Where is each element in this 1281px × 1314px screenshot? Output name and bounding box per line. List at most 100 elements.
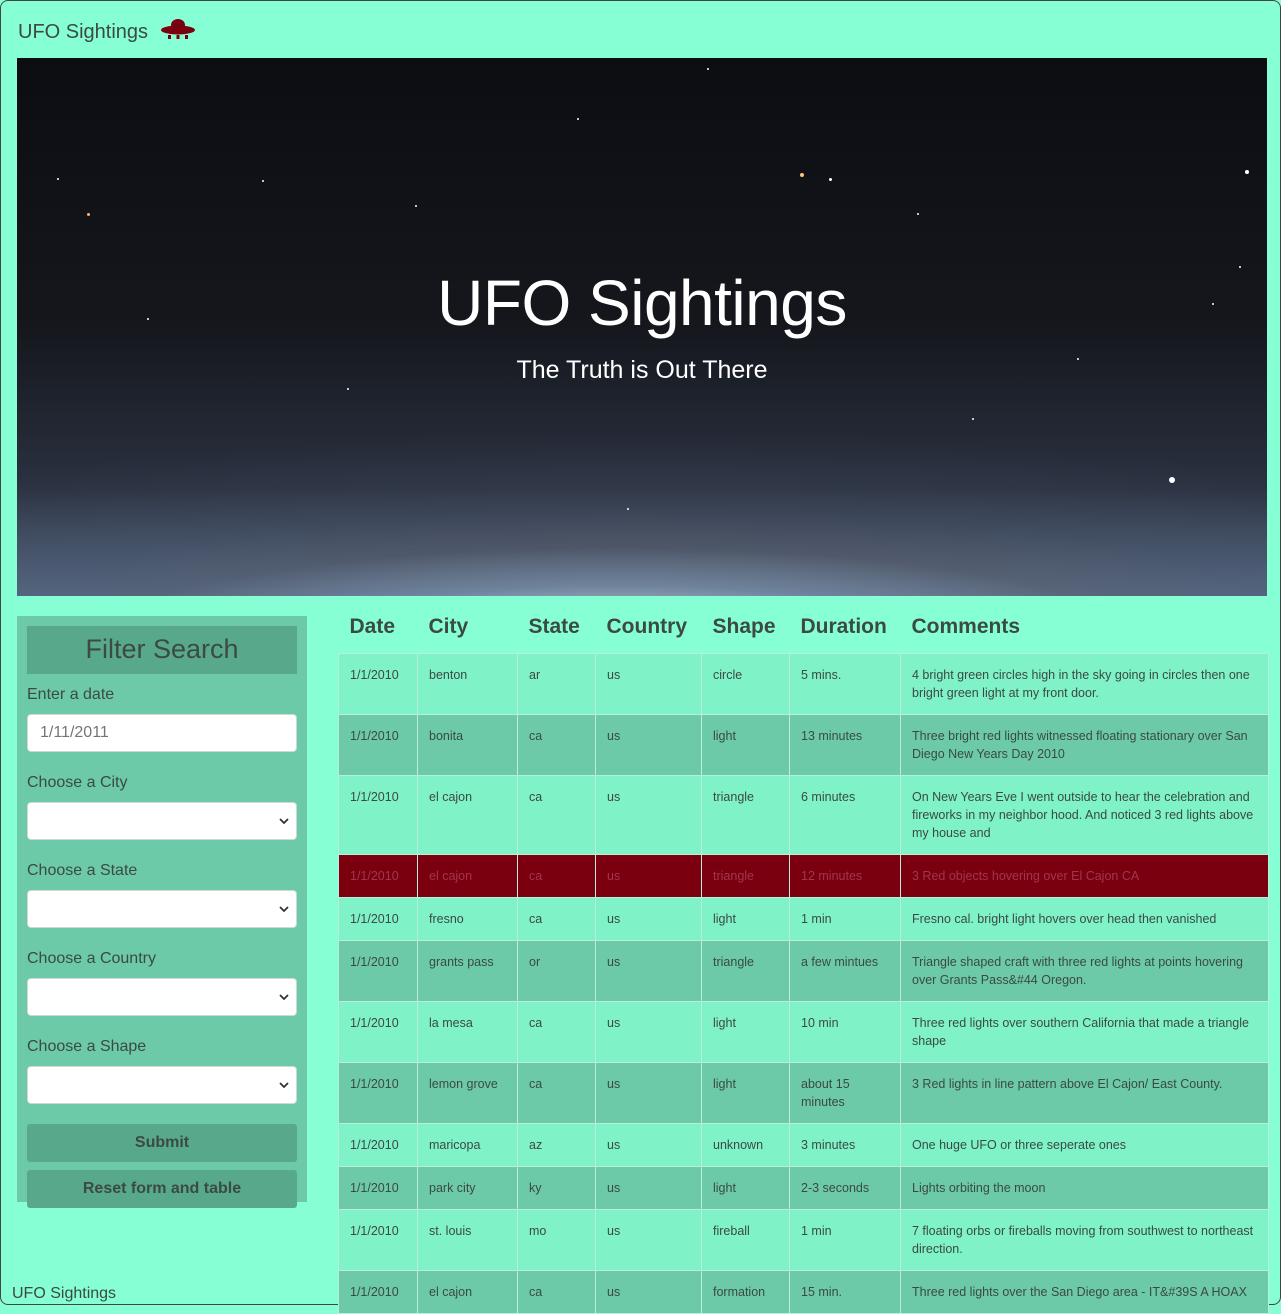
chevron-down-icon — [279, 818, 289, 825]
header-country[interactable]: Country — [596, 601, 702, 654]
cell-shape: triangle — [701, 940, 790, 1002]
cell-state: ca — [517, 897, 596, 941]
cell-date: 1/1/2010 — [338, 1123, 418, 1167]
cell-date: 1/1/2010 — [338, 897, 418, 941]
cell-date: 1/1/2010 — [338, 854, 418, 898]
cell-country: us — [595, 1166, 702, 1210]
cell-date: 1/1/2010 — [338, 714, 418, 776]
table-row[interactable]: 1/1/2010 st. louis mo us fireball 1 min … — [338, 1209, 1269, 1271]
navbar-brand-label: UFO Sightings — [18, 20, 149, 43]
header-duration[interactable]: Duration — [790, 601, 901, 654]
table-row[interactable]: 1/1/2010 grants pass or us triangle a fe… — [338, 940, 1269, 1002]
cell-country: us — [595, 714, 702, 776]
cell-city: el cajon — [417, 854, 518, 898]
table-row[interactable]: 1/1/2010 lemon grove ca us light about 1… — [338, 1062, 1269, 1124]
hero-subtitle: The Truth is Out There — [516, 356, 768, 384]
cell-comments: 3 Red lights in line pattern above El Ca… — [900, 1062, 1269, 1124]
ufo-icon — [156, 18, 196, 46]
cell-duration: 5 mins. — [789, 653, 901, 715]
state-label: Choose a State — [27, 862, 138, 879]
header-shape[interactable]: Shape — [702, 601, 790, 654]
cell-shape: triangle — [701, 775, 790, 855]
table-header-row: Date City State Country Shape Duration C… — [339, 601, 1269, 654]
cell-shape: triangle — [701, 854, 790, 898]
footer-text: UFO Sightings — [12, 1285, 117, 1302]
cell-duration: 3 minutes — [789, 1123, 901, 1167]
cell-country: us — [595, 1062, 702, 1124]
cell-state: ca — [517, 1001, 596, 1063]
country-select[interactable] — [27, 978, 297, 1016]
table-row[interactable]: 1/1/2010 el cajon ca us formation 15 min… — [338, 1270, 1269, 1314]
cell-city: bonita — [417, 714, 518, 776]
cell-duration: 6 minutes — [789, 775, 901, 855]
shape-label: Choose a Shape — [27, 1038, 147, 1055]
cell-shape: fireball — [701, 1209, 790, 1271]
cell-country: us — [595, 1270, 702, 1314]
filter-panel: Filter Search Enter a date Choose a City… — [17, 616, 307, 1208]
cell-city: grants pass — [417, 940, 518, 1002]
filter-title: Filter Search — [27, 626, 297, 674]
cell-city: lemon grove — [417, 1062, 518, 1124]
cell-shape: light — [701, 714, 790, 776]
cell-date: 1/1/2010 — [338, 1001, 418, 1063]
cell-comments: Three red lights over the San Diego area… — [900, 1270, 1269, 1314]
table-row[interactable]: 1/1/2010 park city ky us light 2-3 secon… — [338, 1166, 1269, 1210]
cell-country: us — [595, 653, 702, 715]
cell-state: ca — [517, 775, 596, 855]
header-state[interactable]: State — [518, 601, 596, 654]
cell-shape: formation — [701, 1270, 790, 1314]
state-select[interactable] — [27, 890, 297, 928]
cell-duration: 2-3 seconds — [789, 1166, 901, 1210]
table-body: 1/1/2010 benton ar us circle 5 mins. 4 b… — [338, 653, 1269, 1314]
table-row[interactable]: 1/1/2010 benton ar us circle 5 mins. 4 b… — [338, 653, 1269, 715]
cell-comments: Fresno cal. bright light hovers over hea… — [900, 897, 1269, 941]
cell-comments: On New Years Eve I went outside to hear … — [900, 775, 1269, 855]
navbar: UFO Sightings — [1, 1, 1281, 58]
cell-comments: Triangle shaped craft with three red lig… — [900, 940, 1269, 1002]
cell-shape: light — [701, 897, 790, 941]
city-select[interactable] — [27, 802, 297, 840]
cell-state: ca — [517, 714, 596, 776]
header-comments[interactable]: Comments — [901, 601, 1269, 654]
cell-comments: Lights orbiting the moon — [900, 1166, 1269, 1210]
cell-country: us — [595, 940, 702, 1002]
cell-country: us — [595, 1209, 702, 1271]
cell-shape: light — [701, 1001, 790, 1063]
cell-state: ca — [517, 1062, 596, 1124]
cell-duration: a few mintues — [789, 940, 901, 1002]
cell-city: el cajon — [417, 1270, 518, 1314]
table-row[interactable]: 1/1/2010 fresno ca us light 1 min Fresno… — [338, 897, 1269, 941]
cell-duration: 12 minutes — [789, 854, 901, 898]
date-input[interactable] — [27, 714, 297, 752]
cell-duration: 10 min — [789, 1001, 901, 1063]
cell-city: el cajon — [417, 775, 518, 855]
cell-country: us — [595, 897, 702, 941]
cell-date: 1/1/2010 — [338, 775, 418, 855]
cell-state: ky — [517, 1166, 596, 1210]
table-row[interactable]: 1/1/2010 maricopa az us unknown 3 minute… — [338, 1123, 1269, 1167]
cell-date: 1/1/2010 — [338, 1166, 418, 1210]
cell-shape: light — [701, 1166, 790, 1210]
navbar-brand[interactable]: UFO Sightings — [18, 18, 196, 46]
submit-button[interactable]: Submit — [27, 1124, 297, 1162]
table-row-highlighted[interactable]: 1/1/2010 el cajon ca us triangle 12 minu… — [338, 854, 1269, 898]
table-row[interactable]: 1/1/2010 el cajon ca us triangle 6 minut… — [338, 775, 1269, 855]
cell-shape: unknown — [701, 1123, 790, 1167]
header-date[interactable]: Date — [339, 601, 418, 654]
header-city[interactable]: City — [418, 601, 518, 654]
cell-date: 1/1/2010 — [338, 1062, 418, 1124]
table-row[interactable]: 1/1/2010 bonita ca us light 13 minutes T… — [338, 714, 1269, 776]
shape-select[interactable] — [27, 1066, 297, 1104]
city-label: Choose a City — [27, 774, 128, 791]
cell-country: us — [595, 1001, 702, 1063]
cell-comments: 7 floating orbs or fireballs moving from… — [900, 1209, 1269, 1271]
cell-comments: 4 bright green circles high in the sky g… — [900, 653, 1269, 715]
chevron-down-icon — [279, 994, 289, 1001]
sightings-table: Date City State Country Shape Duration C… — [338, 601, 1269, 1314]
cell-comments: One huge UFO or three seperate ones — [900, 1123, 1269, 1167]
cell-city: la mesa — [417, 1001, 518, 1063]
table-row[interactable]: 1/1/2010 la mesa ca us light 10 min Thre… — [338, 1001, 1269, 1063]
cell-date: 1/1/2010 — [338, 1209, 418, 1271]
cell-date: 1/1/2010 — [338, 1270, 418, 1314]
reset-button[interactable]: Reset form and table — [27, 1170, 297, 1208]
